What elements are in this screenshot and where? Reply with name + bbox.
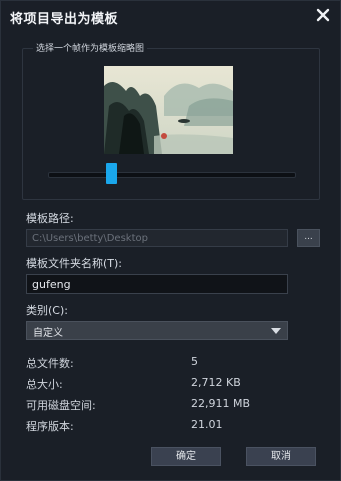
cancel-button[interactable]: 取消 [246, 447, 316, 466]
file-count-label: 总文件数: [26, 357, 74, 370]
version-label: 程序版本: [26, 420, 74, 433]
thumbnail-slider-thumb[interactable] [106, 163, 117, 184]
disk-space-label: 可用磁盘空间: [26, 399, 96, 412]
browse-button[interactable]: ... [297, 229, 320, 247]
template-path-label: 模板路径: [26, 212, 74, 225]
dropdown-arrow-icon [271, 328, 281, 334]
category-selected-value: 自定义 [33, 328, 63, 339]
template-path-field: C:\Users\betty\Desktop [26, 229, 288, 247]
folder-name-input[interactable]: gufeng [26, 274, 288, 294]
category-label: 类别(C): [26, 304, 68, 317]
version-value: 21.01 [191, 418, 223, 431]
folder-name-label: 模板文件夹名称(T): [26, 257, 123, 270]
thumbnail-slider-track[interactable] [48, 172, 296, 178]
thumbnail-group-label: 选择一个帧作为模板缩略图 [33, 41, 148, 54]
category-select[interactable]: 自定义 [26, 321, 288, 340]
total-size-label: 总大小: [26, 378, 63, 391]
disk-space-value: 22,911 MB [191, 397, 251, 410]
close-icon[interactable] [314, 6, 332, 24]
total-size-value: 2,712 KB [191, 376, 241, 389]
title-bar: 将项目导出为模板 [1, 1, 341, 31]
export-template-dialog: 将项目导出为模板 选择一个帧作为模板缩略图 模板路径: C:\Users\bet… [0, 0, 341, 481]
dialog-title: 将项目导出为模板 [10, 12, 119, 27]
thumbnail-image [104, 66, 233, 154]
ok-button[interactable]: 确定 [151, 447, 221, 466]
file-count-value: 5 [191, 355, 198, 368]
